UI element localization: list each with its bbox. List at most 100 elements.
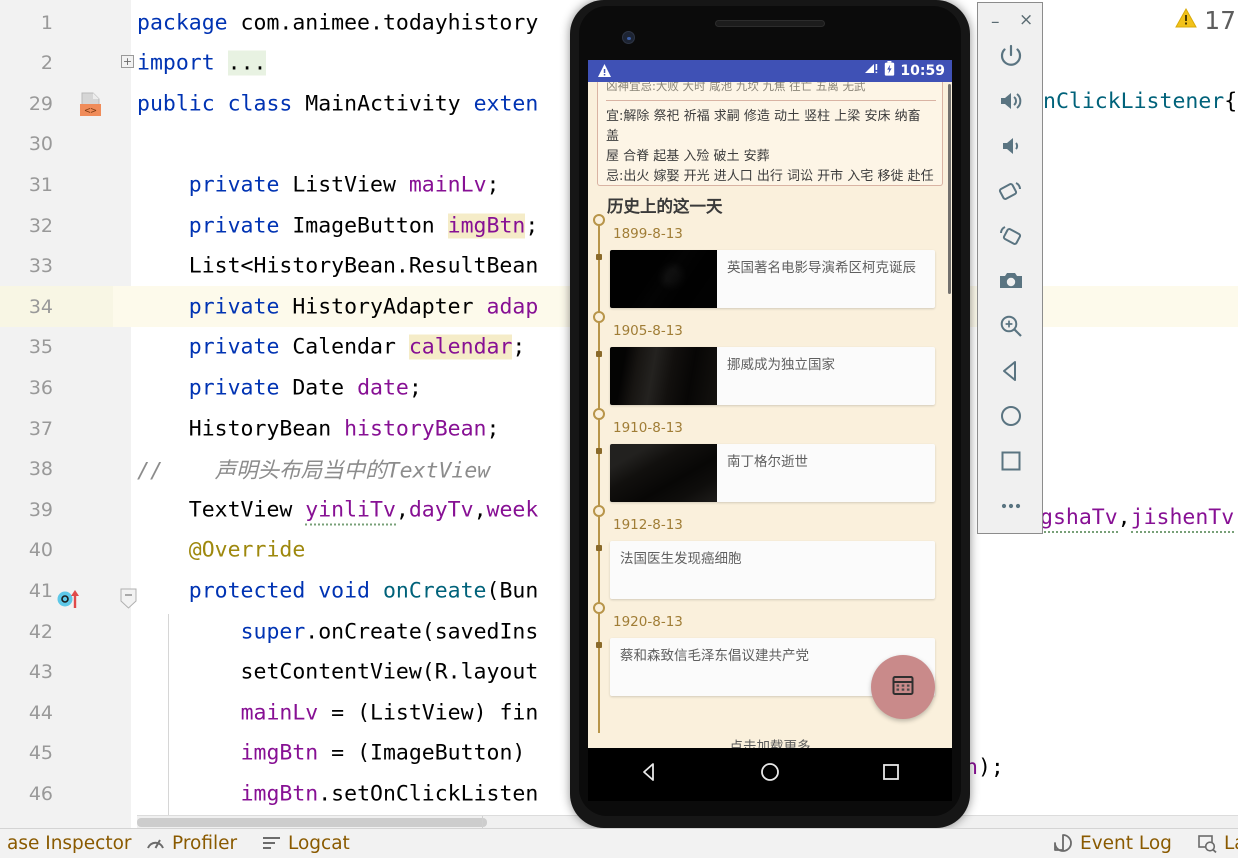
layout-inspector-icon (1197, 834, 1217, 853)
line-number: 37 (28, 417, 53, 440)
bottom-toolbar-logcat[interactable]: Logcat (262, 833, 350, 854)
code-text[interactable]: TextView yinliTv,dayTv,week (137, 497, 538, 526)
line-number: 41 (28, 579, 53, 602)
line-number-cell[interactable]: 38 (0, 448, 113, 490)
fold-expand-icon[interactable]: + (121, 55, 134, 68)
overview-icon[interactable] (992, 442, 1030, 480)
line-number-cell[interactable]: 37 (0, 408, 113, 449)
line-number: 38 (28, 458, 53, 481)
line-number-cell[interactable]: 32 (0, 205, 113, 246)
scrollbar-thumb[interactable] (137, 818, 487, 827)
code-text[interactable]: private Date date; (137, 375, 422, 400)
ide-bottom-toolbar[interactable]: ase Inspector Profiler Logcat Event Log La (0, 828, 1238, 858)
zoom-icon[interactable] (992, 307, 1030, 345)
code-text[interactable]: @Override (137, 538, 306, 563)
line-number: 31 (28, 173, 53, 196)
timeline-item-card[interactable]: 挪威成为独立国家 (610, 347, 935, 405)
almanac-divider (606, 100, 936, 101)
line-number-cell[interactable]: 42 (0, 611, 113, 652)
code-text[interactable]: private HistoryAdapter adap (137, 294, 539, 319)
load-more-button[interactable]: 点击加载更多 (588, 735, 952, 748)
line-number: 46 (28, 782, 53, 805)
line-number: 40 (28, 539, 53, 562)
code-text[interactable]: protected void onCreate(Bun (137, 578, 539, 603)
android-navigation-bar[interactable] (588, 748, 952, 801)
code-text[interactable]: private Calendar calendar; (137, 334, 525, 360)
override-method-icon[interactable] (57, 588, 83, 615)
nav-recents-icon[interactable] (880, 761, 902, 788)
code-text[interactable]: // 声明头布局当中的TextView (137, 454, 490, 485)
timeline-item-card[interactable]: 南丁格尔逝世 (610, 444, 935, 502)
calendar-icon (891, 673, 915, 702)
nav-home-icon[interactable] (759, 761, 781, 788)
timeline-date: 1905-8-13 (613, 323, 683, 339)
more-icon[interactable] (992, 487, 1030, 525)
inspection-warning-indicator[interactable]: 17 (1174, 6, 1236, 35)
code-text[interactable]: imgBtn = (ImageButton) (137, 741, 538, 766)
camera-icon[interactable] (992, 262, 1030, 300)
home-icon[interactable] (992, 397, 1030, 435)
emulator-toolbar[interactable]: – × (977, 2, 1043, 534)
timeline-item-text: 英国著名电影导演希区柯克诞辰 (727, 260, 916, 276)
android-emulator-device[interactable]: 10:59 凶神宜忌:大败 大时 咸池 九坎 九焦 往亡 五离 无武 宜:解除 … (570, 0, 970, 828)
code-text[interactable]: import ... (137, 50, 267, 76)
line-number-cell[interactable]: 40 (0, 529, 113, 571)
bottom-toolbar-ase-inspector[interactable]: ase Inspector (0, 833, 132, 854)
screen-scrollbar[interactable] (948, 84, 951, 294)
close-button[interactable]: × (1019, 10, 1033, 30)
back-icon[interactable] (992, 352, 1030, 390)
almanac-card: 凶神宜忌:大败 大时 咸池 九坎 九焦 往亡 五离 无武 宜:解除 祭祀 祈福 … (597, 82, 943, 186)
code-text[interactable]: super.onCreate(savedIns (137, 619, 539, 644)
line-number-cell[interactable]: 44 (0, 692, 113, 734)
code-text[interactable]: List<HistoryBean.ResultBean (137, 254, 539, 279)
profiler-icon (146, 834, 165, 853)
timeline-item-card[interactable]: 法国医生发现癌细胞 (610, 541, 935, 599)
line-number-cell[interactable]: 43 (0, 651, 113, 693)
line-number-cell[interactable]: 2 (0, 42, 113, 84)
timeline-item-card[interactable]: 英国著名电影导演希区柯克诞辰 (610, 250, 935, 308)
line-number-cell[interactable]: 34 (0, 286, 113, 328)
volume-down-icon[interactable] (992, 127, 1030, 165)
fold-collapse-icon[interactable] (120, 588, 137, 609)
power-icon[interactable] (992, 37, 1030, 75)
line-number-cell[interactable]: 39 (0, 489, 113, 531)
line-number-cell[interactable]: 31 (0, 164, 113, 206)
code-text[interactable]: imgBtn.setOnClickListen (137, 781, 539, 806)
line-number-cell[interactable]: 36 (0, 367, 113, 409)
bottom-toolbar-profiler[interactable]: Profiler (146, 833, 237, 854)
line-number-cell[interactable]: 33 (0, 245, 113, 287)
minimize-button[interactable]: – (991, 12, 1000, 32)
code-text[interactable]: private ListView mainLv; (137, 172, 500, 197)
line-number-cell[interactable]: 30 (0, 123, 113, 165)
layout-file-icon[interactable]: <> (78, 92, 104, 123)
code-text[interactable]: public class MainActivity exten (137, 91, 538, 116)
nav-back-icon[interactable] (638, 761, 660, 788)
line-number: 42 (28, 620, 53, 643)
timeline-item-text: 挪威成为独立国家 (727, 357, 835, 373)
signal-icon (864, 62, 879, 80)
code-text[interactable]: HistoryBean historyBean; (137, 416, 500, 441)
code-text[interactable]: mainLv = (ListView) fin (137, 700, 539, 725)
emulator-window-controls[interactable]: – × (978, 10, 1044, 34)
almanac-line: 宜:解除 祭祀 祈福 求嗣 修造 动土 竖柱 上梁 安床 纳畜 盖 (606, 109, 921, 144)
line-number-cell[interactable]: 1 (0, 2, 113, 43)
volume-up-icon[interactable] (992, 82, 1030, 120)
rotate-right-icon[interactable] (992, 217, 1030, 255)
line-number: 36 (28, 376, 53, 399)
bottom-toolbar-label: Profiler (172, 832, 238, 854)
bottom-toolbar-la[interactable]: La (1197, 833, 1238, 854)
logcat-icon (262, 835, 281, 851)
code-text[interactable]: package com.animee.todayhistory (137, 10, 538, 35)
calendar-fab-button[interactable] (871, 655, 935, 719)
warning-icon (597, 63, 612, 83)
line-number: 35 (28, 336, 53, 359)
line-number-cell[interactable]: 46 (0, 773, 113, 815)
line-number-cell[interactable]: 35 (0, 326, 113, 368)
code-text[interactable]: setContentView(R.layout (137, 660, 539, 685)
line-number: 1 (40, 11, 53, 34)
bottom-toolbar-event-log[interactable]: Event Log (1053, 833, 1172, 854)
line-number-cell[interactable]: 45 (0, 732, 113, 774)
rotate-left-icon[interactable] (992, 172, 1030, 210)
emulator-screen[interactable]: 10:59 凶神宜忌:大败 大时 咸池 九坎 九焦 往亡 五离 无武 宜:解除 … (588, 60, 952, 748)
code-text[interactable]: private ImageButton imgBtn; (137, 213, 538, 238)
